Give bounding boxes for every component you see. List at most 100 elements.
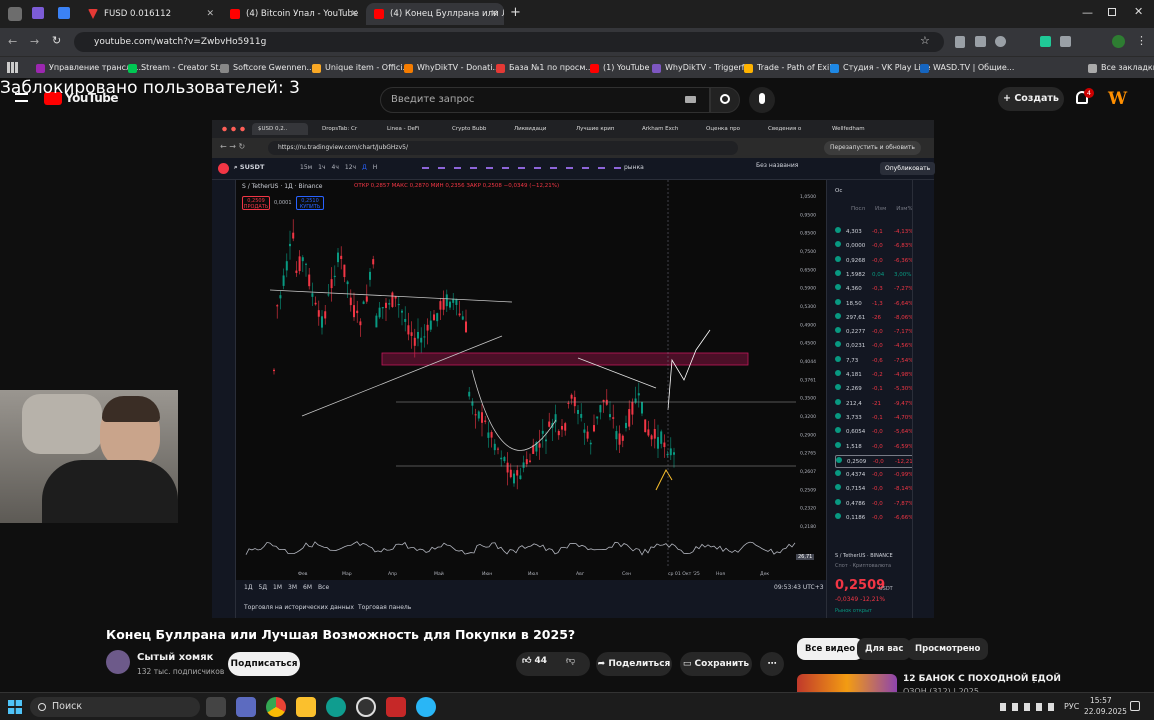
watch-col-header[interactable]: Изм% — [896, 206, 912, 212]
language-indicator[interactable]: РУС — [1064, 702, 1079, 711]
chip-watched[interactable]: Просмотрено — [907, 638, 989, 660]
chip-for-you[interactable]: Для вас — [857, 638, 912, 660]
bookmark-item[interactable]: (1) YouTube — [590, 60, 649, 76]
bottom-tab[interactable]: Торговая панель — [358, 604, 411, 611]
tv-publish-button[interactable]: Опубликовать — [880, 162, 936, 175]
watch-col-header[interactable]: Изм — [875, 206, 886, 212]
subscribe-button[interactable]: Подписаться — [228, 652, 300, 676]
bookmark-item[interactable]: WASD.TV | Общие... — [920, 60, 1014, 76]
tv-drawing-toolbar-icons[interactable] — [422, 167, 622, 169]
edge-icon[interactable] — [326, 697, 346, 717]
close-icon[interactable]: ✕ — [490, 9, 498, 19]
reload-icon[interactable]: ↻ — [52, 34, 61, 47]
channel-name[interactable]: Сытый хомяк — [137, 652, 213, 663]
extensions-icon[interactable] — [955, 36, 965, 48]
share-button[interactable]: ➦ Поделиться — [596, 652, 672, 676]
calculator-icon[interactable] — [236, 697, 256, 717]
account-avatar[interactable]: W — [1108, 89, 1127, 109]
taskbar-search[interactable]: Поиск — [30, 697, 200, 717]
close-icon[interactable]: ✕ — [206, 9, 214, 19]
keyboard-icon[interactable] — [685, 96, 696, 103]
extension-icon[interactable] — [1060, 36, 1071, 47]
buy-button[interactable]: 0,2510 КУПИТЬ — [296, 196, 324, 210]
timeframe-item[interactable]: 12ч — [345, 164, 356, 171]
more-actions-button[interactable]: ⋯ — [760, 652, 784, 676]
period-item[interactable]: Все — [318, 584, 329, 591]
timeframe-item[interactable]: 1ч — [318, 164, 325, 171]
tv-tab[interactable]: Wellfedham — [832, 123, 874, 135]
bookmark-item[interactable]: Stream - Creator St... — [128, 60, 226, 76]
tab-search-icon[interactable] — [32, 7, 44, 19]
notifications-icon[interactable] — [1130, 701, 1140, 711]
bookmark-item[interactable]: Softcore Gwennen... — [220, 60, 314, 76]
mic-button[interactable] — [749, 87, 775, 113]
close-icon[interactable]: ✕ — [350, 9, 358, 19]
like-button[interactable]: 👍︎ 44 — [522, 656, 547, 666]
timeframe-item[interactable]: 15м — [300, 164, 312, 171]
tv-relaunch-button[interactable]: Перезапустить и обновить — [824, 141, 921, 155]
tv-tab[interactable]: Crypto Bubb — [452, 123, 502, 135]
tv-tab[interactable]: Лучшие крип — [576, 123, 626, 135]
tab-groups-icon[interactable] — [58, 7, 70, 19]
all-bookmarks-folder[interactable]: Все закладки — [1088, 60, 1154, 76]
watch-col-header[interactable]: Посл — [851, 206, 865, 212]
timeframe-item[interactable]: Д — [362, 164, 367, 171]
tv-tab[interactable]: Оценка про — [706, 123, 742, 135]
clock-date[interactable]: 22.09.2025 — [1084, 707, 1127, 716]
tv-layout-name[interactable]: Без названия — [756, 162, 798, 169]
maximize-button[interactable] — [1108, 8, 1116, 16]
extension-icon[interactable] — [995, 36, 1006, 47]
clock-time[interactable]: 15:57 — [1090, 696, 1112, 705]
sell-button[interactable]: 0,2509 ПРОДАТЬ — [242, 196, 270, 210]
task-view-icon[interactable] — [206, 697, 226, 717]
tv-tab[interactable]: Arkham Exch — [642, 123, 692, 135]
new-tab-button[interactable]: + — [510, 5, 521, 20]
recommended-video[interactable]: 12 БАНОК С ПОХОДНОЙ ЕДОЙ ОЗОН (312) | 20… — [797, 672, 1137, 696]
tab-fusd[interactable]: FUSD 0.016112 ✕ — [80, 3, 220, 25]
save-button[interactable]: ▭ Сохранить — [680, 652, 752, 676]
bookmark-item[interactable]: База №1 по просм... — [496, 60, 593, 76]
search-button[interactable] — [710, 87, 740, 113]
timeframe-item[interactable]: Н — [373, 164, 378, 171]
apps-icon[interactable] — [7, 62, 18, 73]
watch-col-header[interactable]: Ос — [835, 188, 842, 194]
chart-canvas[interactable]: 1,0500 0,9500 0,8500 0,7500 0,6500 0,5900 0,53… — [236, 180, 826, 580]
app-icon[interactable] — [386, 697, 406, 717]
tv-tab[interactable]: Сведения о — [768, 123, 812, 135]
bookmark-item[interactable]: WhyDikTV - Triggerf... — [652, 60, 752, 76]
url-field[interactable]: youtube.com/watch?v=ZwbvHo5911g — [74, 32, 944, 52]
price-chart[interactable]: 1,0500 0,9500 0,8500 0,7500 0,6500 0,5900 0,53… — [236, 180, 826, 580]
back-icon[interactable]: ← — [8, 35, 17, 48]
dislike-button[interactable]: 👎︎ — [566, 656, 575, 666]
rec-menu-icon[interactable]: ⋮ — [1029, 674, 1039, 685]
tab-active-video[interactable]: (4) Конец Буллрана или Лу ✕ — [366, 3, 504, 25]
telegram-icon[interactable] — [416, 697, 436, 717]
bookmark-item[interactable]: Trade - Path of Exile — [744, 60, 836, 76]
search-input[interactable]: Введите запрос — [380, 87, 710, 113]
back-icon[interactable]: ← → ↻ — [220, 142, 245, 151]
chip-all[interactable]: Все видео — [797, 638, 864, 660]
windows-start-icon[interactable] — [8, 700, 22, 714]
period-item[interactable]: 3М — [288, 584, 297, 591]
forward-icon[interactable]: → — [30, 35, 39, 48]
bookmark-item[interactable]: Студия - VK Play Live — [830, 60, 930, 76]
tv-symbol-search[interactable]: ⌕ SUSDT — [234, 163, 264, 172]
tv-url-field[interactable]: https://ru.tradingview.com/chart/JubGHzv… — [268, 141, 738, 155]
period-item[interactable]: 1Д — [244, 584, 253, 591]
create-button[interactable]: + Создать — [998, 87, 1064, 111]
close-window-button[interactable]: ✕ — [1134, 5, 1143, 18]
period-item[interactable]: 1М — [273, 584, 282, 591]
bookmark-item[interactable]: WhyDikTV - Donati... — [404, 60, 500, 76]
avatar[interactable] — [1112, 35, 1125, 48]
period-item[interactable]: 5Д — [259, 584, 268, 591]
menu-icon[interactable]: ⋮ — [1136, 34, 1147, 47]
bookmark-item[interactable]: Unique item - Offici... — [312, 60, 410, 76]
extension-icon[interactable] — [975, 36, 986, 47]
minimize-button[interactable]: — — [1082, 6, 1093, 19]
tv-tab[interactable]: Linea - DeFi — [387, 123, 437, 135]
tv-tab[interactable]: Ликвидаци — [514, 123, 558, 135]
obs-icon[interactable] — [356, 697, 376, 717]
timeframe-item[interactable]: 4ч — [332, 164, 339, 171]
tv-logo-icon[interactable] — [218, 163, 229, 174]
chrome-icon[interactable] — [266, 697, 286, 717]
